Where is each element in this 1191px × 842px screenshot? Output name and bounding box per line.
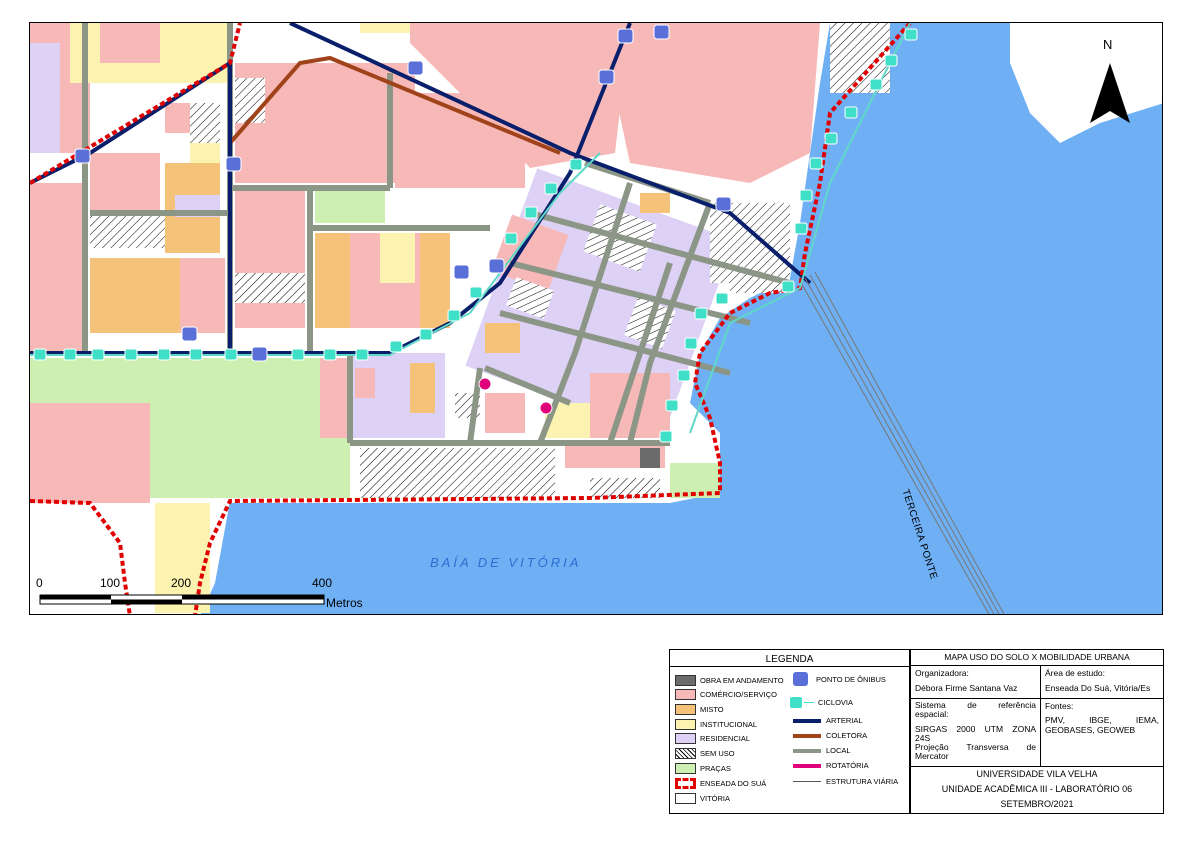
legend-item-coletora: COLETORA <box>793 731 867 740</box>
map-title: MAPA USO DO SOLO X MOBILIDADE URBANA <box>911 650 1163 666</box>
bay-label: BAÍA DE VITÓRIA <box>430 555 582 570</box>
legend-item-pracas: PRAÇAS <box>675 763 731 774</box>
legend-item-estrutura: ESTRUTURA VIÁRIA <box>793 777 898 786</box>
bus-stop-icon <box>793 672 808 686</box>
legend-item-sem-uso: SEM USO <box>675 748 735 759</box>
north-label: N <box>1103 37 1113 52</box>
study-area: Enseada Do Suá, Vitória/Es <box>1045 683 1151 693</box>
roundabout <box>478 377 492 391</box>
scale-bar <box>39 594 325 605</box>
scale-tick-0: 0 <box>36 576 43 590</box>
sources-1: PMV, IBGE, IEMA, <box>1045 715 1159 725</box>
legend-item-rotatoria: ROTATÓRIA <box>793 761 869 770</box>
legend-item-institucional: INSTITUCIONAL <box>675 719 757 730</box>
land-northeast <box>1010 23 1162 143</box>
legend-item-local: LOCAL <box>793 746 851 755</box>
legend-item-misto: MISTO <box>675 704 724 715</box>
bicycle-icon <box>790 697 802 708</box>
legend-item-obra: OBRA EM ANDAMENTO <box>675 675 784 686</box>
university: UNIVERSIDADE VILA VELHA <box>976 769 1098 779</box>
legend-item-vitoria: VITÓRIA <box>675 793 730 804</box>
scale-tick-100: 100 <box>100 576 121 590</box>
crs-label-2: espacial: <box>915 709 949 719</box>
legend-item-residencial: RESIDENCIAL <box>675 733 750 744</box>
legend-item-arterial: ARTERIAL <box>793 716 863 725</box>
date: SETEMBRO/2021 <box>1000 799 1074 809</box>
scale-tick-200: 200 <box>171 576 192 590</box>
crs-4: Mercator <box>915 751 949 761</box>
legend-item-ciclovia: CICLOVIA <box>790 697 853 708</box>
organizer-name: Débora Firme Santana Vaz <box>915 683 1018 693</box>
legend-item-comercio: COMÉRCIO/SERVIÇO <box>675 689 777 700</box>
roundabout <box>539 401 553 415</box>
sources-label: Fontes: <box>1045 701 1074 711</box>
legend-title: LEGENDA <box>670 650 909 667</box>
organizer-label: Organizadora: <box>915 668 969 678</box>
legend-item-bus-stop: PONTO DE ÔNIBUS <box>793 672 886 686</box>
map-frame: BAÍA DE VITÓRIA TERCEIRA PONTE N 0 100 2… <box>29 22 1163 615</box>
study-area-label: Área de estudo: <box>1045 668 1106 678</box>
scale-tick-400: 400 <box>312 576 333 590</box>
sources-2: GEOBASES, GEOWEB <box>1045 725 1136 735</box>
legend-item-enseada: ENSEADA DO SUÁ <box>675 778 766 789</box>
info-panel: MAPA USO DO SOLO X MOBILIDADE URBANA Org… <box>910 649 1164 814</box>
bridge <box>799 271 1005 614</box>
crs-1: SIRGAS 2000 UTM ZONA <box>915 724 1036 734</box>
map-canvas <box>30 23 1162 614</box>
legend-panel: LEGENDA OBRA EM ANDAMENTO COMÉRCIO/SERVI… <box>669 649 910 814</box>
scale-unit: Metros <box>326 596 363 610</box>
academic-unit: UNIDADE ACADÊMICA III - LABORATÓRIO 06 <box>941 784 1133 794</box>
